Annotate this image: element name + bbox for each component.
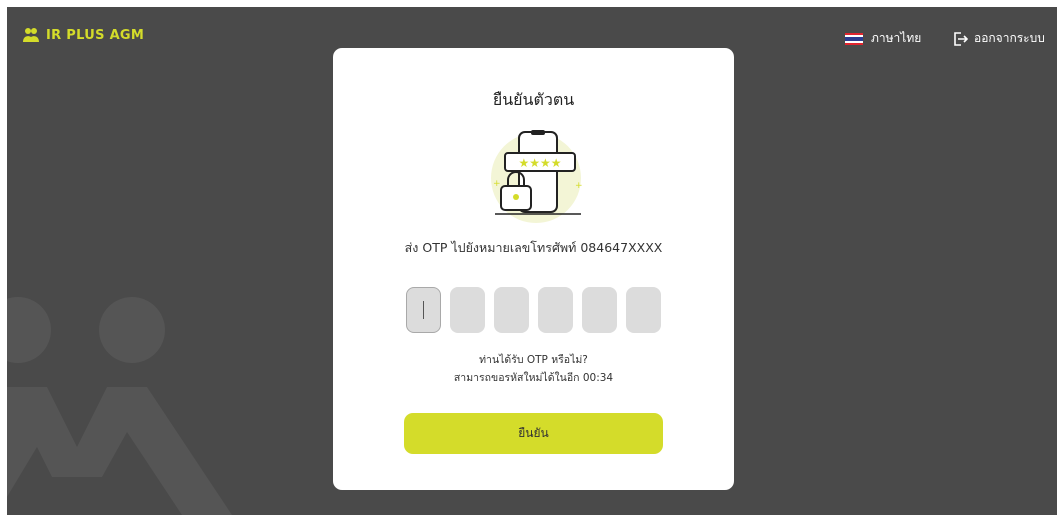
text-cursor (423, 301, 424, 319)
thai-flag-icon (845, 32, 863, 45)
card-title: ยืนยันตัวตน (492, 90, 575, 109)
resend-timer: สามารถขอรหัสใหม่ได้ในอีก 00:34 (453, 372, 614, 384)
phone-lock-illustration: ★★★★ + + (491, 130, 583, 223)
logo-icon (23, 28, 39, 42)
app-logo[interactable]: IR PLUS AGM (22, 27, 144, 43)
otp-digit-1[interactable] (406, 287, 441, 333)
logout-label: ออกจากระบบ (974, 31, 1045, 45)
svg-text:+: + (575, 181, 583, 191)
confirm-button[interactable]: ยืนยัน (404, 413, 663, 454)
logout-icon (954, 31, 968, 46)
logout-button[interactable]: ออกจากระบบ (952, 29, 1045, 48)
otp-digit-3[interactable] (494, 287, 529, 333)
otp-verification-card: ยืนยันตัวตน ★★★★ + + ส่ง OTP ไปยังหมายเล… (333, 48, 734, 490)
login-background: IR PLUS AGM ภาษาไทย ออกจากระบบ ยืนยันตัว… (7, 7, 1057, 515)
otp-digit-4[interactable] (538, 287, 573, 333)
otp-digit-5[interactable] (582, 287, 617, 333)
resend-question: ท่านได้รับ OTP หรือไม่? (479, 354, 588, 366)
background-decoration-m-shape (7, 387, 232, 515)
svg-text:+: + (493, 179, 501, 189)
logo-text: IR PLUS AGM (46, 27, 145, 43)
otp-digit-6[interactable] (626, 287, 661, 333)
otp-input-group (406, 287, 661, 333)
otp-digit-2[interactable] (450, 287, 485, 333)
illustration-password-stars: ★★★★ (518, 156, 561, 170)
language-label: ภาษาไทย (871, 31, 922, 45)
otp-sent-message: ส่ง OTP ไปยังหมายเลขโทรศัพท์ 084647XXXX (404, 240, 663, 255)
language-switch[interactable]: ภาษาไทย (845, 29, 921, 48)
